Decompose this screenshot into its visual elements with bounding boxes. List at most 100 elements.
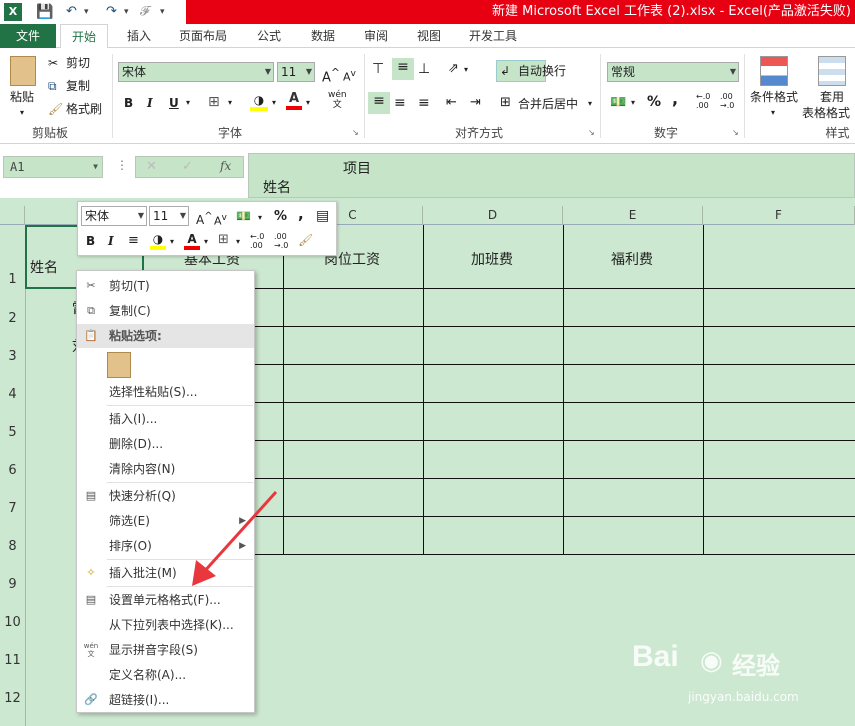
chevron-down-icon[interactable]: ▾ <box>272 94 276 112</box>
decrease-decimal-icon[interactable]: .00 →.0 <box>720 92 734 110</box>
row-header[interactable]: 5 <box>0 425 25 440</box>
shrink-font-icon[interactable]: Av <box>214 209 227 231</box>
column-header-f[interactable]: F <box>703 206 855 225</box>
accounting-icon[interactable]: 💵 <box>236 207 251 225</box>
menu-item-cut[interactable]: ✂ 剪切(T) <box>77 274 254 298</box>
mini-font-combo[interactable]: 宋体 ▼ <box>81 206 147 226</box>
menu-item-define-name[interactable]: 定义名称(A)... <box>77 663 254 687</box>
italic-button[interactable]: I <box>147 94 153 112</box>
column-header-e[interactable]: E <box>563 206 703 225</box>
menu-item-paste-special[interactable]: 选择性粘贴(S)... <box>77 380 254 404</box>
save-icon[interactable]: 💾 <box>36 3 53 21</box>
chevron-down-icon[interactable]: ▼ <box>180 207 186 225</box>
increase-decimal-icon[interactable]: ←.0.00 <box>696 92 710 110</box>
menu-item-clear[interactable]: 清除内容(N) <box>77 457 254 481</box>
paste-option-icon[interactable] <box>107 352 131 378</box>
merge-icon[interactable]: ⊞ <box>500 94 511 112</box>
chevron-down-icon[interactable]: ▾ <box>170 233 174 251</box>
menu-item-hyperlink[interactable]: 🔗 超链接(I)... <box>77 688 254 712</box>
dialog-launcher-icon[interactable]: ↘ <box>588 124 595 142</box>
borders-icon[interactable]: ⊞ <box>218 231 229 249</box>
comma-button[interactable]: , <box>672 90 678 108</box>
grow-font-icon[interactable]: A^ <box>322 64 340 87</box>
grow-font-icon[interactable]: A^ <box>196 208 213 229</box>
copy-button[interactable]: 复制 <box>66 77 90 95</box>
format-painter-button[interactable]: 格式刷 <box>66 100 102 118</box>
cancel-icon[interactable]: ✕ <box>146 159 157 174</box>
align-center-icon[interactable]: ≡ <box>394 94 406 112</box>
align-left-icon[interactable]: ≡ <box>368 92 390 114</box>
menu-item-insert[interactable]: 插入(I)... <box>77 407 254 431</box>
increase-indent-icon[interactable]: ⇥ <box>470 94 481 112</box>
chevron-down-icon[interactable]: ▾ <box>771 104 775 122</box>
name-box[interactable]: A1 ▼ <box>3 156 103 178</box>
menu-item-copy[interactable]: ⧉ 复制(C) <box>77 299 254 323</box>
row-header[interactable]: 2 <box>0 311 25 326</box>
tab-page-layout[interactable]: 页面布局 <box>172 24 234 48</box>
chevron-down-icon[interactable]: ▼ <box>93 157 98 177</box>
row-header[interactable]: 6 <box>0 463 25 478</box>
chevron-down-icon[interactable]: ▾ <box>204 233 208 251</box>
chevron-down-icon[interactable]: ▼ <box>730 63 736 81</box>
italic-button[interactable]: I <box>108 232 114 250</box>
enter-icon[interactable]: ✓ <box>182 159 193 174</box>
align-bottom-icon[interactable]: ⊥ <box>418 60 430 78</box>
chevron-down-icon[interactable]: ▾ <box>84 3 89 21</box>
chevron-down-icon[interactable]: ▼ <box>265 63 271 81</box>
dialog-launcher-icon[interactable]: ↘ <box>352 124 359 142</box>
copy-icon[interactable]: ⧉ <box>48 77 57 95</box>
tab-data[interactable]: 数据 <box>302 24 344 48</box>
phonetic-icon[interactable]: wén 文 <box>328 90 347 110</box>
chevron-down-icon[interactable]: ▾ <box>20 104 24 122</box>
paste-icon[interactable] <box>10 56 36 86</box>
wrap-text-button[interactable]: 自动换行 <box>518 62 566 80</box>
accounting-icon[interactable]: 💵 <box>610 94 626 112</box>
menu-item-phonetic[interactable]: wén 文显示拼音字段(S) <box>77 638 254 662</box>
table-format-icon[interactable] <box>818 56 846 86</box>
redo-icon[interactable]: ↷ <box>106 3 117 21</box>
merge-center-button[interactable]: 合并后居中 <box>518 95 578 113</box>
row-header[interactable]: 4 <box>0 387 25 402</box>
tab-formulas[interactable]: 公式 <box>248 24 290 48</box>
chevron-down-icon[interactable]: ▾ <box>186 94 190 112</box>
chevron-down-icon[interactable]: ▾ <box>160 3 165 21</box>
cut-button[interactable]: 剪切 <box>66 54 90 72</box>
row-header[interactable]: 11 <box>0 653 25 668</box>
font-color-icon[interactable]: A <box>286 90 302 110</box>
chevron-down-icon[interactable]: ▾ <box>236 233 240 251</box>
menu-item-pick-list[interactable]: 从下拉列表中选择(K)... <box>77 613 254 637</box>
scissors-icon[interactable]: ✂ <box>48 54 58 72</box>
select-all-corner[interactable] <box>0 206 25 225</box>
row-header[interactable]: 12 <box>0 691 25 706</box>
font-color-icon[interactable]: A <box>184 230 200 250</box>
font-name-combo[interactable]: 宋体 ▼ <box>118 62 274 82</box>
shrink-font-icon[interactable]: Av <box>343 65 356 87</box>
format-painter-icon[interactable]: 🖌 <box>48 100 63 118</box>
function-icon[interactable]: fx <box>220 159 231 173</box>
comma-button[interactable]: , <box>298 205 304 223</box>
tab-home[interactable]: 开始 <box>60 24 108 49</box>
row-header[interactable]: 10 <box>0 615 25 630</box>
font-size-combo[interactable]: 11 ▼ <box>277 62 315 82</box>
decrease-decimal-icon[interactable]: .00 →.0 <box>274 232 288 250</box>
chevron-down-icon[interactable]: ▾ <box>258 209 262 227</box>
chevron-down-icon[interactable]: ▼ <box>306 63 312 81</box>
chevron-down-icon[interactable]: ▼ <box>138 207 144 225</box>
fill-color-icon[interactable]: ◑ <box>250 91 268 111</box>
bold-button[interactable]: B <box>124 94 133 112</box>
number-format-combo[interactable]: 常规 ▼ <box>607 62 739 82</box>
bold-button[interactable]: B <box>86 232 95 250</box>
fill-color-icon[interactable]: ◑ <box>150 230 166 250</box>
row-header[interactable]: 9 <box>0 577 25 592</box>
borders-icon[interactable]: ⊞ <box>208 93 220 111</box>
row-header[interactable]: 1 <box>0 272 25 287</box>
chevron-down-icon[interactable]: ▾ <box>464 61 468 79</box>
conditional-format-icon[interactable] <box>760 56 788 86</box>
menu-item-delete[interactable]: 删除(D)... <box>77 432 254 456</box>
row-header[interactable]: 3 <box>0 349 25 364</box>
format-painter-icon[interactable]: 🖌 <box>298 231 313 249</box>
underline-button[interactable]: U <box>169 94 179 112</box>
dialog-launcher-icon[interactable]: ↘ <box>732 124 739 142</box>
cell-e1[interactable]: 福利费 <box>611 249 653 269</box>
chevron-down-icon[interactable]: ▾ <box>124 3 129 21</box>
